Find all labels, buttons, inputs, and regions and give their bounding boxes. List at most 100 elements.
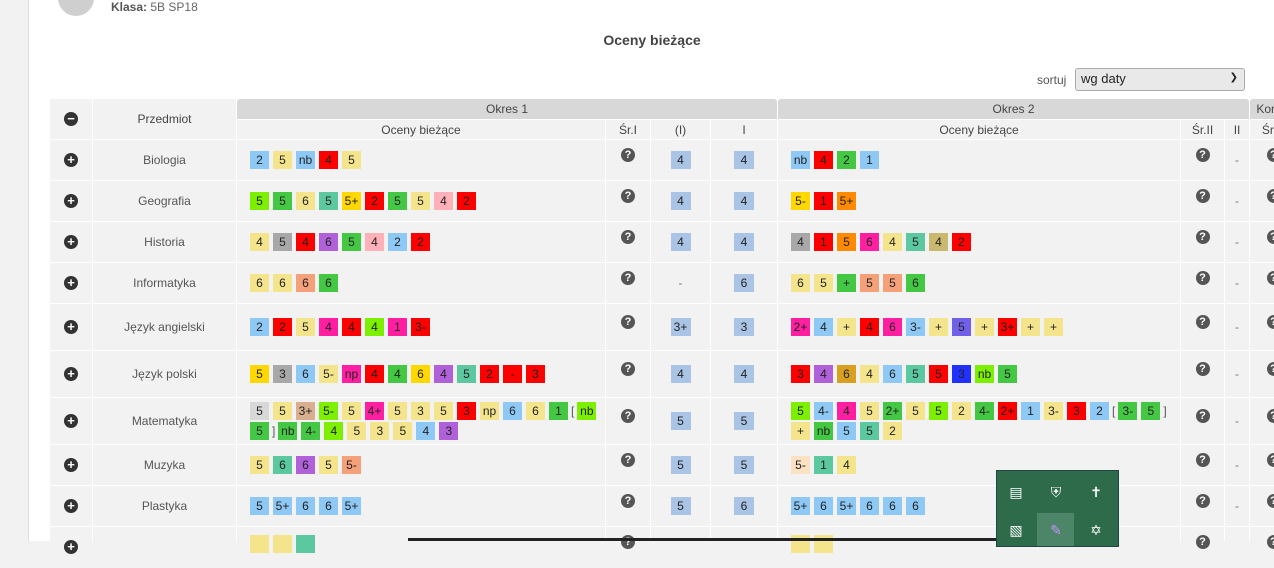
grade-badge[interactable]: + <box>837 318 857 336</box>
help-icon[interactable]: ? <box>1266 188 1274 203</box>
expand-row-icon[interactable]: + <box>64 320 78 334</box>
expand-row-icon[interactable]: + <box>64 458 78 472</box>
proposed-grade-badge[interactable]: 5 <box>670 497 691 515</box>
grade-badge[interactable]: 3- <box>906 318 926 336</box>
grade-badge[interactable]: 5 <box>837 233 857 251</box>
grade-badge[interactable] <box>273 535 292 553</box>
grade-badge[interactable]: 6 <box>883 318 903 336</box>
grade-badge[interactable]: 4 <box>814 318 834 336</box>
grade-badge[interactable]: 6 <box>250 274 269 292</box>
grade-badge[interactable]: 3 <box>1067 402 1087 420</box>
grade-badge[interactable]: 4 <box>296 233 315 251</box>
grade-badge[interactable]: 4+ <box>365 402 384 420</box>
help-icon[interactable]: ? <box>1195 534 1210 549</box>
grade-badge[interactable]: 1 <box>814 192 834 210</box>
grade-badge[interactable]: 4 <box>388 365 407 383</box>
help-icon[interactable]: ? <box>1266 534 1274 549</box>
grade-badge[interactable]: 4 <box>814 365 834 383</box>
grade-badge[interactable]: 4 <box>860 365 880 383</box>
grade-badge[interactable]: 3- <box>1044 402 1064 420</box>
grade-badge[interactable]: 3+ <box>998 318 1018 336</box>
final-grade-badge[interactable]: 4 <box>734 365 754 383</box>
grade-badge[interactable]: 5 <box>296 318 315 336</box>
grade-badge[interactable]: + <box>791 422 811 440</box>
grade-badge[interactable]: + <box>1044 318 1064 336</box>
expand-row-icon[interactable]: + <box>64 414 78 428</box>
help-icon[interactable]: ? <box>1195 229 1210 244</box>
grade-badge[interactable]: 5- <box>319 402 338 420</box>
help-icon[interactable]: ? <box>1266 361 1274 376</box>
grade-badge[interactable]: 5 <box>952 318 972 336</box>
final-grade-badge[interactable]: 4 <box>734 192 754 210</box>
help-icon[interactable]: ? <box>1195 270 1210 285</box>
grade-badge[interactable]: 6 <box>526 402 545 420</box>
grade-badge[interactable]: 5 <box>388 192 407 210</box>
grade-badge[interactable]: 1 <box>814 233 834 251</box>
grade-badge[interactable]: 6 <box>411 365 430 383</box>
grade-badge[interactable]: nb <box>975 365 995 383</box>
expand-row-icon[interactable]: + <box>64 276 78 290</box>
grade-badge[interactable]: 4 <box>365 365 384 383</box>
grade-badge[interactable]: 3 <box>457 402 476 420</box>
grade-badge[interactable]: nb <box>577 402 597 420</box>
grade-badge[interactable]: 6 <box>319 233 338 251</box>
grade-badge[interactable]: 5 <box>814 274 834 292</box>
grade-badge[interactable]: 4- <box>301 422 321 440</box>
grade-badge[interactable]: 6 <box>296 456 315 474</box>
grade-badge[interactable]: 6 <box>837 365 857 383</box>
grade-badge[interactable]: 3 <box>952 365 972 383</box>
grade-badge[interactable]: 3 <box>370 422 390 440</box>
proposed-grade-badge[interactable]: 4 <box>670 192 691 210</box>
grade-badge[interactable]: 5 <box>250 422 269 440</box>
grade-badge[interactable]: 3 <box>791 365 811 383</box>
expand-row-icon[interactable]: + <box>64 235 78 249</box>
help-icon[interactable]: ? <box>621 452 635 467</box>
grade-badge[interactable]: 5+ <box>837 192 857 210</box>
grade-badge[interactable]: 4 <box>434 365 453 383</box>
grade-badge[interactable]: 5 <box>998 365 1018 383</box>
grade-badge[interactable]: 2 <box>411 233 430 251</box>
help-icon[interactable]: ? <box>621 229 635 244</box>
final-grade-badge[interactable]: 6 <box>734 497 754 515</box>
grade-badge[interactable]: 5+ <box>837 497 857 515</box>
grade-badge[interactable]: nb <box>791 151 811 169</box>
help-icon[interactable]: ? <box>1266 229 1274 244</box>
grade-badge[interactable]: 5- <box>791 456 811 474</box>
final-grade-badge[interactable]: 4 <box>734 233 754 251</box>
grade-badge[interactable]: 4 <box>860 318 880 336</box>
grade-badge[interactable]: 5 <box>273 192 292 210</box>
expand-cell[interactable]: + <box>50 445 92 485</box>
grade-badge[interactable]: 3 <box>273 365 292 383</box>
grade-badge[interactable]: 2 <box>457 192 476 210</box>
grade-badge[interactable]: 6 <box>814 497 834 515</box>
grade-badge[interactable]: 6 <box>296 497 315 515</box>
help-icon[interactable]: ? <box>1195 188 1210 203</box>
grade-badge[interactable]: 2+ <box>791 318 811 336</box>
grade-badge[interactable]: 4- <box>814 402 834 420</box>
grade-badge[interactable]: 1 <box>814 456 834 474</box>
grade-badge[interactable] <box>296 535 315 553</box>
grade-badge[interactable]: 4 <box>814 151 834 169</box>
grade-badge[interactable]: 6 <box>791 274 811 292</box>
grade-badge[interactable]: 6 <box>296 274 315 292</box>
grade-badge[interactable]: 3+ <box>296 402 315 420</box>
grade-badge[interactable]: + <box>929 318 949 336</box>
final-grade-badge[interactable]: 3 <box>734 318 754 336</box>
grade-badge[interactable]: 5 <box>273 151 292 169</box>
grade-badge[interactable]: 6 <box>319 274 338 292</box>
grade-badge[interactable]: 3 <box>439 422 459 440</box>
grade-badge[interactable]: 1 <box>549 402 568 420</box>
help-icon[interactable]: ? <box>1195 452 1210 467</box>
proposed-grade-badge[interactable]: 4 <box>670 365 691 383</box>
grade-badge[interactable]: 6 <box>883 497 903 515</box>
grade-badge[interactable]: 5 <box>342 151 361 169</box>
grade-badge[interactable]: 5 <box>883 274 903 292</box>
grade-badge[interactable]: 2 <box>952 402 972 420</box>
grade-badge[interactable]: 5+ <box>273 497 292 515</box>
grade-badge[interactable]: 5 <box>319 456 338 474</box>
grade-badge[interactable]: 5 <box>388 402 407 420</box>
grade-badge[interactable]: np <box>342 365 361 383</box>
expand-cell[interactable]: + <box>50 304 92 350</box>
grade-badge[interactable]: 2 <box>837 151 857 169</box>
help-icon[interactable]: ? <box>621 188 635 203</box>
